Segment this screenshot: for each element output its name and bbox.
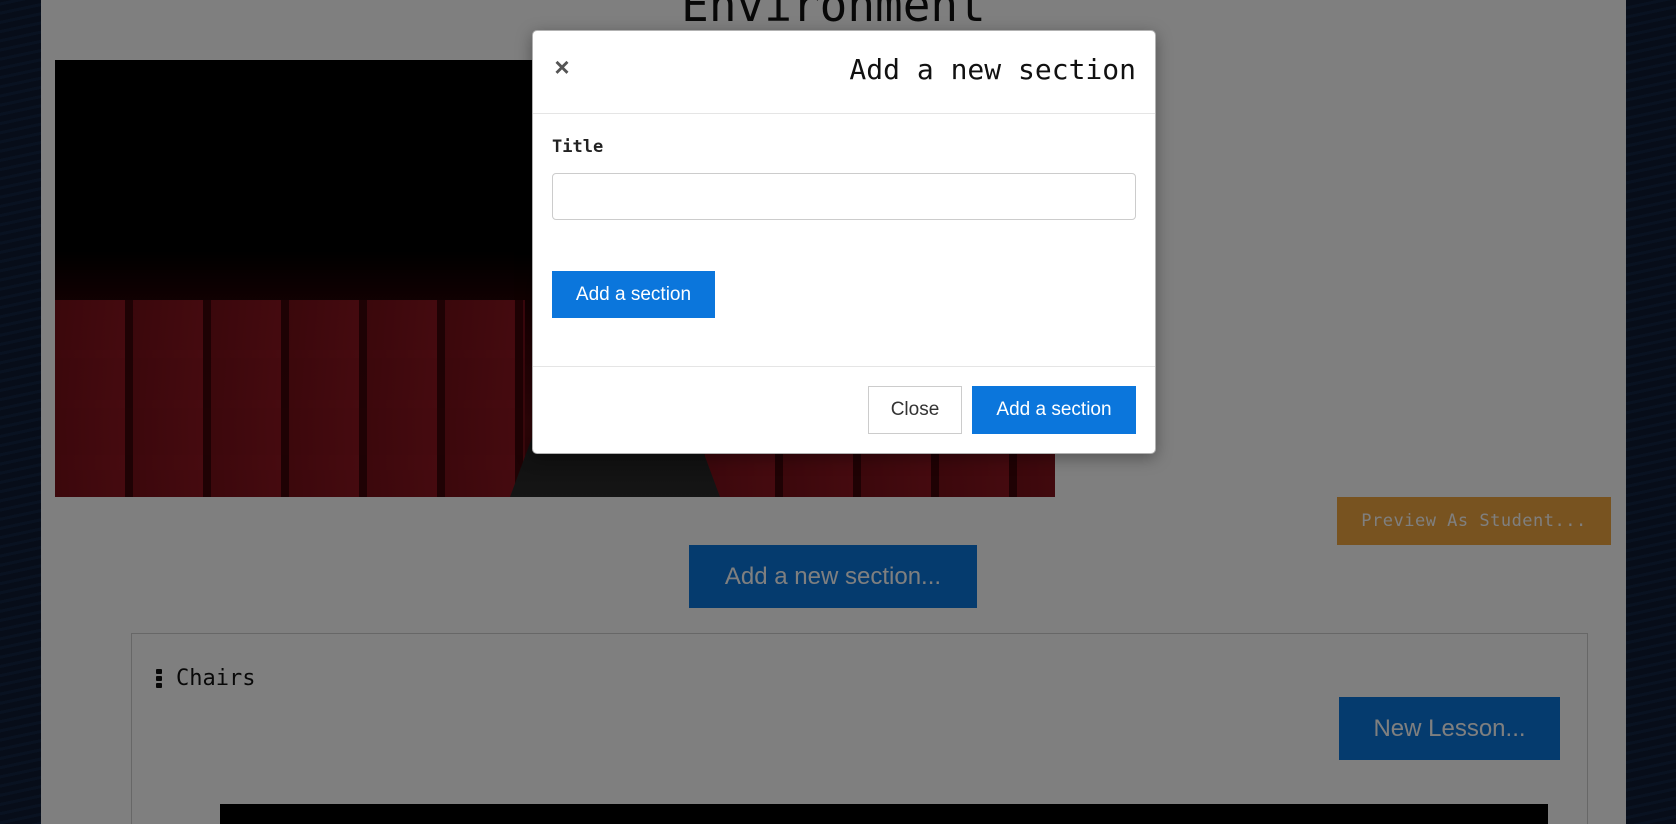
title-label: Title: [552, 137, 604, 157]
modal-title: Add a new section: [849, 53, 1136, 86]
close-icon[interactable]: ×: [550, 54, 574, 80]
modal-header: × Add a new section: [533, 31, 1155, 114]
close-button[interactable]: Close: [868, 386, 962, 434]
add-section-button[interactable]: Add a section: [552, 271, 715, 318]
footer-add-section-button[interactable]: Add a section: [972, 386, 1136, 434]
add-section-modal: × Add a new section Title Add a section …: [532, 30, 1156, 454]
section-title-input[interactable]: [552, 173, 1136, 220]
modal-footer: Close Add a section: [533, 366, 1155, 453]
